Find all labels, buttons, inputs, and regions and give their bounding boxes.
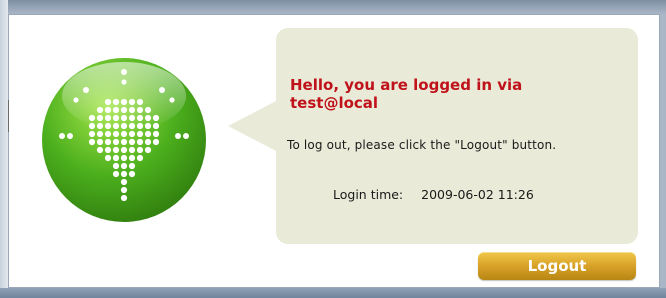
greeting-line-1: Hello, you are logged in via [290, 76, 523, 94]
login-time-value: 2009-06-02 11:26 [421, 187, 534, 202]
frame-mark [8, 100, 9, 132]
left-frame-edge [0, 0, 8, 298]
login-time-row: Login time: 2009-06-02 11:26 [333, 187, 534, 202]
logout-button[interactable]: Logout [478, 252, 636, 280]
greeting-line-2: test@local [290, 94, 379, 112]
logout-instruction: To log out, please click the "Logout" bu… [287, 138, 557, 152]
login-time-label: Login time: [333, 187, 404, 202]
green-arrow-logo-icon [42, 58, 206, 222]
speech-bubble [276, 28, 638, 244]
top-frame-bar [0, 0, 666, 14]
speech-bubble-tail [228, 100, 278, 152]
bottom-frame-bar [0, 288, 666, 298]
greeting-message: Hello, you are logged in via test@local [290, 76, 620, 112]
